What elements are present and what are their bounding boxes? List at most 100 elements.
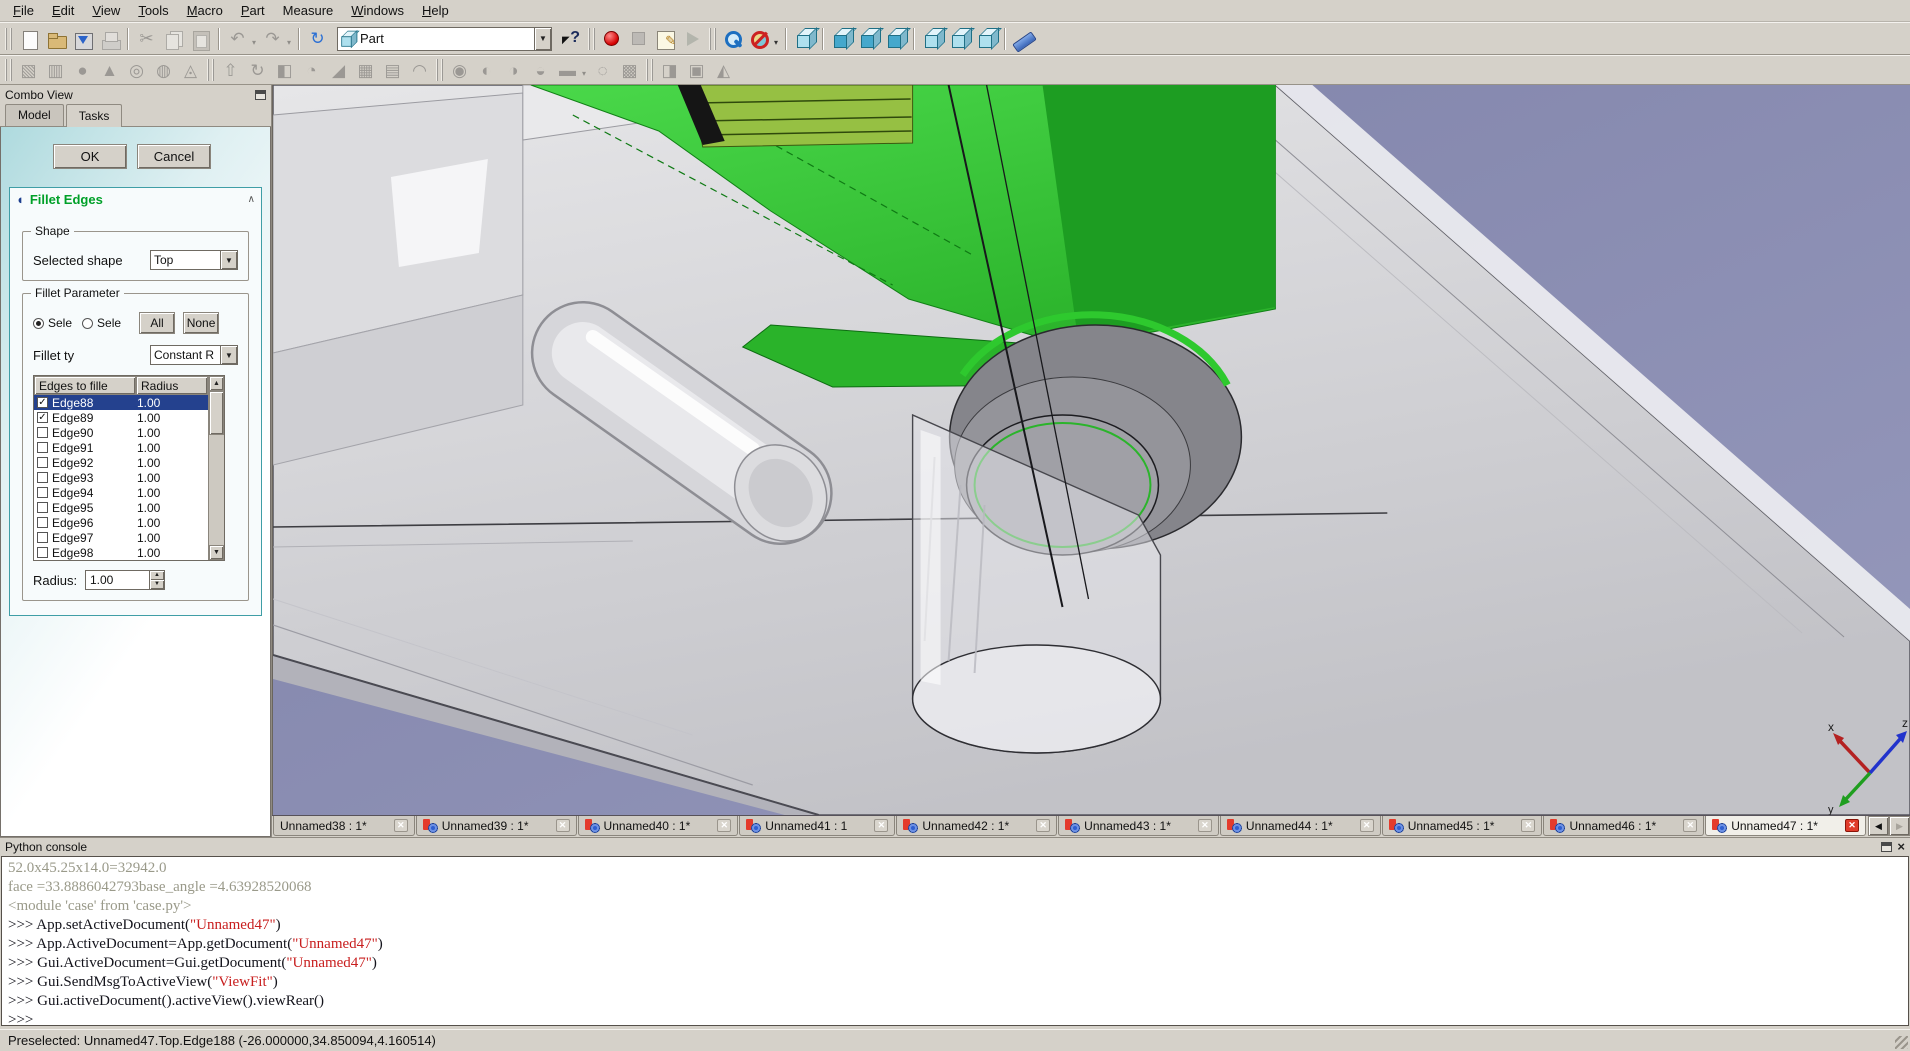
toolbar-handle[interactable] (5, 28, 12, 50)
radius-spin-down-icon[interactable]: ▼ (150, 580, 164, 589)
radius-spin-up-icon[interactable]: ▲ (150, 571, 164, 580)
edge-radius[interactable]: 1.00 (135, 501, 207, 515)
tab-close-icon[interactable]: ✕ (874, 819, 888, 832)
workbench-selector[interactable]: Part ▼ (337, 27, 552, 51)
edge-checkbox[interactable] (37, 457, 48, 468)
loft-icon[interactable]: ▤ (379, 57, 406, 83)
macro-play-icon[interactable] (679, 26, 706, 52)
extrude-icon[interactable]: ⇧ (217, 57, 244, 83)
toolbar-handle[interactable] (207, 59, 214, 81)
macro-record-icon[interactable] (598, 26, 625, 52)
left-view-icon[interactable] (973, 26, 1000, 52)
tab-close-icon[interactable]: ✕ (1360, 819, 1374, 832)
fillet-type-dropdown-button[interactable]: ▼ (220, 346, 237, 364)
python-console-output[interactable]: 52.0x45.25x14.0=32942.0face =33.88860427… (1, 856, 1909, 1026)
tab-close-icon[interactable]: ✕ (717, 819, 731, 832)
document-tab-unnamed42[interactable]: Unnamed42 : 1*✕ (896, 816, 1057, 836)
save-document-icon[interactable] (69, 26, 96, 52)
edge-row[interactable]: Edge901.00 (34, 425, 208, 440)
mirror-icon[interactable]: ◧ (271, 57, 298, 83)
edge-checkbox[interactable] (37, 442, 48, 453)
macro-edit-icon[interactable] (652, 26, 679, 52)
radius-column-header[interactable]: Radius (136, 376, 208, 395)
document-tab-unnamed44[interactable]: Unnamed44 : 1*✕ (1220, 816, 1381, 836)
boolean-intersection-icon[interactable]: ◐ (473, 57, 500, 83)
menu-view[interactable]: View (83, 1, 129, 21)
ruled-surface-icon[interactable]: ▦ (352, 57, 379, 83)
3d-viewport[interactable]: x z y (272, 85, 1910, 815)
edge-checkbox[interactable]: ✓ (37, 412, 48, 423)
tab-scroll-right-icon[interactable]: ▶ (1889, 816, 1910, 836)
edge-radius[interactable]: 1.00 (135, 396, 207, 410)
document-tab-unnamed47[interactable]: Unnamed47 : 1*✕ (1705, 816, 1866, 836)
edge-checkbox[interactable]: ✓ (37, 397, 48, 408)
menu-help[interactable]: Help (413, 1, 458, 21)
document-tab-unnamed43[interactable]: Unnamed43 : 1*✕ (1058, 816, 1219, 836)
toolbar-handle[interactable] (5, 59, 12, 81)
document-tab-unnamed45[interactable]: Unnamed45 : 1*✕ (1382, 816, 1543, 836)
document-tab-unnamed41[interactable]: Unnamed41 : 1✕ (739, 816, 895, 836)
edge-radius[interactable]: 1.00 (135, 531, 207, 545)
edge-row[interactable]: Edge981.00 (34, 545, 208, 560)
thickness-icon[interactable]: ▣ (683, 57, 710, 83)
edge-row[interactable]: Edge961.00 (34, 515, 208, 530)
copy-icon[interactable] (160, 26, 187, 52)
whats-this-icon[interactable] (558, 26, 585, 52)
console-close-icon[interactable]: × (1897, 842, 1905, 852)
refresh-icon[interactable]: ↻ (304, 26, 331, 52)
toolbar-handle[interactable] (709, 28, 716, 50)
front-view-icon[interactable] (828, 26, 855, 52)
edge-radius[interactable]: 1.00 (135, 471, 207, 485)
edge-radius[interactable]: 1.00 (135, 546, 207, 560)
menu-tools[interactable]: Tools (129, 1, 177, 21)
chamfer-icon[interactable]: ◢ (325, 57, 352, 83)
tab-model[interactable]: Model (5, 104, 64, 126)
edge-radius[interactable]: 1.00 (135, 486, 207, 500)
edge-row[interactable]: Edge971.00 (34, 530, 208, 545)
resize-grip[interactable] (1895, 1036, 1908, 1049)
right-view-icon[interactable] (882, 26, 909, 52)
bottom-view-icon[interactable] (946, 26, 973, 52)
tab-close-icon[interactable]: ✕ (394, 819, 408, 832)
3d-scene[interactable]: x z y (273, 85, 1910, 815)
fillet-icon[interactable]: ◔ (298, 57, 325, 83)
cone-primitive-icon[interactable]: ▲ (96, 57, 123, 83)
boolean-cut-icon[interactable]: ◑ (500, 57, 527, 83)
tab-close-icon[interactable]: ✕ (1683, 819, 1697, 832)
sweep-icon[interactable]: ◠ (406, 57, 433, 83)
axonometric-view-icon[interactable] (791, 26, 818, 52)
edges-table-scrollbar[interactable]: ▲ ▼ (208, 376, 224, 560)
edge-radius[interactable]: 1.00 (135, 426, 207, 440)
fit-all-icon[interactable] (719, 26, 746, 52)
top-view-icon[interactable] (855, 26, 882, 52)
scroll-down-icon[interactable]: ▼ (209, 545, 224, 560)
shape-builder-icon[interactable]: ◬ (177, 57, 204, 83)
tube-primitive-icon[interactable]: ◍ (150, 57, 177, 83)
edge-checkbox[interactable] (37, 472, 48, 483)
menu-macro[interactable]: Macro (178, 1, 232, 21)
section-icon[interactable]: ◒ (527, 57, 554, 83)
edge-checkbox[interactable] (37, 427, 48, 438)
torus-primitive-icon[interactable]: ◎ (123, 57, 150, 83)
boolean-union-icon[interactable]: ◉ (446, 57, 473, 83)
edge-row[interactable]: Edge911.00 (34, 440, 208, 455)
toolbar-handle[interactable] (588, 28, 595, 50)
dock-float-icon[interactable] (255, 90, 266, 100)
tab-tasks[interactable]: Tasks (66, 104, 123, 127)
box-primitive-icon[interactable]: ▧ (15, 57, 42, 83)
tab-close-icon[interactable]: ✕ (1198, 819, 1212, 832)
cross-sections-icon[interactable]: ▬▾ (554, 57, 581, 83)
revolve-icon[interactable]: ↻ (244, 57, 271, 83)
edge-checkbox[interactable] (37, 487, 48, 498)
tab-close-icon[interactable]: ✕ (1521, 819, 1535, 832)
draw-style-icon[interactable]: ▾ (746, 26, 773, 52)
tab-close-icon[interactable]: ✕ (556, 819, 570, 832)
undo-icon[interactable]: ↶▾ (224, 26, 251, 52)
new-document-icon[interactable] (15, 26, 42, 52)
selected-shape-combo[interactable]: Top ▼ (150, 250, 238, 270)
paste-icon[interactable] (187, 26, 214, 52)
document-tab-unnamed40[interactable]: Unnamed40 : 1*✕ (578, 816, 739, 836)
menu-windows[interactable]: Windows (342, 1, 413, 21)
edge-checkbox[interactable] (37, 547, 48, 558)
refine-shape-icon[interactable]: ◭ (710, 57, 737, 83)
